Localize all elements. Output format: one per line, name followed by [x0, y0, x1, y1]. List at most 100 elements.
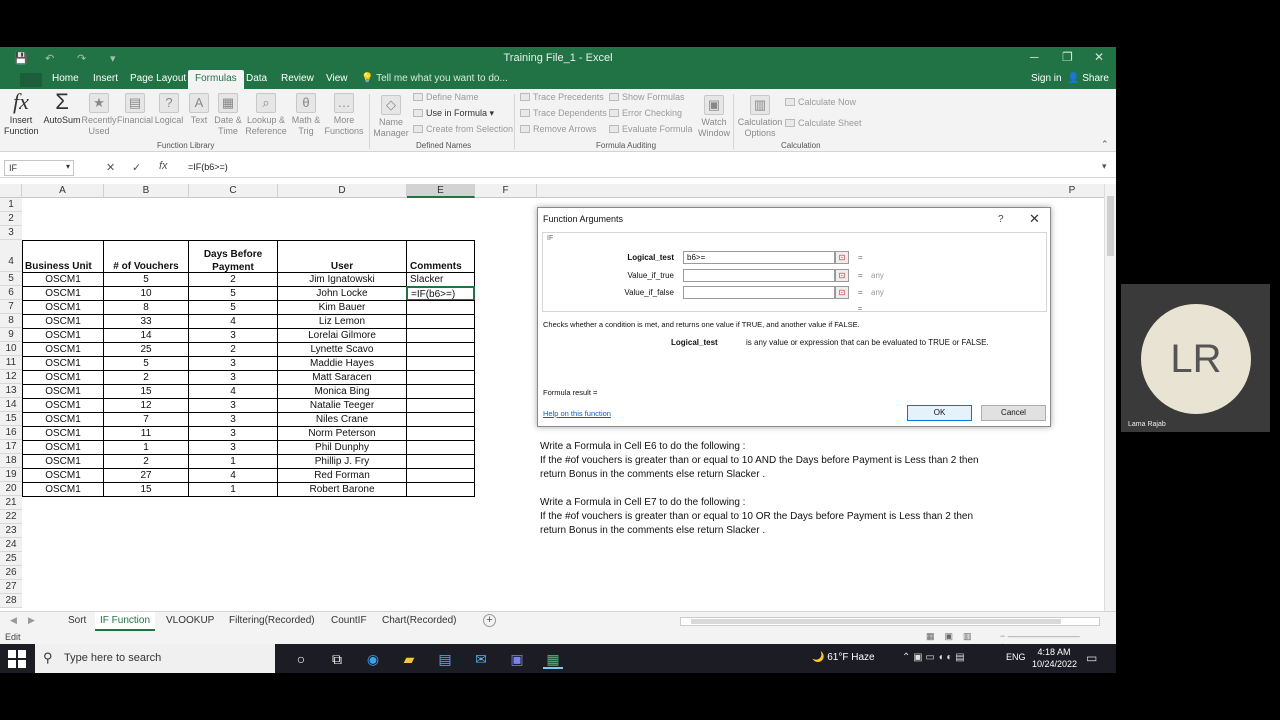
excel-taskbar-icon[interactable]: ▦: [543, 649, 563, 669]
name-box[interactable]: IF ▾: [4, 160, 74, 176]
row-header[interactable]: 10: [0, 342, 22, 356]
weather-widget[interactable]: 🌙 61°F Haze: [812, 652, 875, 663]
table-cell[interactable]: [406, 356, 475, 371]
table-cell[interactable]: 3: [188, 356, 278, 371]
table-cell[interactable]: Phil Dunphy: [277, 440, 407, 455]
table-cell[interactable]: 5: [188, 286, 278, 301]
math-trig-button[interactable]: θ Math & Trig: [288, 93, 324, 137]
table-cell[interactable]: OSCM1: [22, 286, 104, 301]
row-header[interactable]: 12: [0, 370, 22, 384]
table-cell[interactable]: 14: [103, 328, 189, 343]
store-icon[interactable]: ▤: [435, 649, 455, 669]
error-checking-button[interactable]: Error Checking: [609, 108, 682, 118]
row-header[interactable]: 20: [0, 482, 22, 496]
row-header[interactable]: 13: [0, 384, 22, 398]
sheet-tab-chart[interactable]: Chart(Recorded): [382, 615, 456, 626]
calculate-sheet-button[interactable]: Calculate Sheet: [785, 118, 862, 128]
calculation-options-button[interactable]: ▥ Calculation Options: [736, 95, 784, 139]
table-cell[interactable]: OSCM1: [22, 384, 104, 399]
dialog-close-button[interactable]: ✕: [1029, 211, 1040, 227]
value-if-true-input[interactable]: [683, 269, 835, 282]
table-cell[interactable]: 2: [188, 272, 278, 287]
table-cell[interactable]: [406, 342, 475, 357]
table-cell[interactable]: Jim Ignatowski: [277, 272, 407, 287]
mail-icon[interactable]: ✉: [471, 649, 491, 669]
trace-precedents-button[interactable]: Trace Precedents: [520, 92, 604, 102]
column-header-c[interactable]: C: [189, 184, 278, 198]
row-header[interactable]: 24: [0, 538, 22, 552]
tab-insert[interactable]: Insert: [93, 73, 118, 84]
table-cell[interactable]: John Locke: [277, 286, 407, 301]
create-from-selection-button[interactable]: Create from Selection: [413, 124, 513, 134]
active-cell-e6[interactable]: =IF(b6>=): [406, 286, 475, 301]
table-cell[interactable]: 12: [103, 398, 189, 413]
row-header[interactable]: 27: [0, 580, 22, 594]
row-header[interactable]: 15: [0, 412, 22, 426]
table-cell[interactable]: [406, 384, 475, 399]
table-cell[interactable]: 15: [103, 384, 189, 399]
table-cell[interactable]: 8: [103, 300, 189, 315]
tab-page-layout[interactable]: Page Layout: [130, 73, 186, 84]
tab-formulas[interactable]: Formulas: [188, 70, 244, 89]
row-header[interactable]: 22: [0, 510, 22, 524]
column-header-f[interactable]: F: [475, 184, 537, 198]
name-manager-button[interactable]: ◇ Name Manager: [372, 95, 410, 139]
table-cell[interactable]: 15: [103, 482, 189, 497]
tab-home[interactable]: Home: [52, 73, 79, 84]
ok-button[interactable]: OK: [907, 405, 972, 421]
sheet-tab-sort[interactable]: Sort: [68, 615, 86, 626]
row-header[interactable]: 26: [0, 566, 22, 580]
task-view-icon[interactable]: ⧉: [327, 649, 347, 669]
vertical-scroll-thumb[interactable]: [1107, 196, 1114, 256]
calculate-now-button[interactable]: Calculate Now: [785, 97, 856, 107]
windows-start-button[interactable]: [8, 650, 26, 668]
cancel-entry-icon[interactable]: ✕: [106, 161, 115, 174]
file-explorer-icon[interactable]: ▰: [399, 649, 419, 669]
maximize-button[interactable]: ❐: [1062, 50, 1073, 64]
table-cell[interactable]: 4: [188, 314, 278, 329]
table-cell[interactable]: Lorelai Gilmore: [277, 328, 407, 343]
sheet-nav-next-icon[interactable]: ▶: [28, 615, 35, 626]
table-cell[interactable]: OSCM1: [22, 468, 104, 483]
formula-input[interactable]: =IF(b6>=): [188, 162, 228, 172]
table-cell[interactable]: 3: [188, 398, 278, 413]
table-cell[interactable]: Niles Crane: [277, 412, 407, 427]
evaluate-formula-button[interactable]: Evaluate Formula: [609, 124, 693, 134]
row-header[interactable]: 11: [0, 356, 22, 370]
table-cell[interactable]: [406, 454, 475, 469]
table-cell[interactable]: 3: [188, 370, 278, 385]
table-cell[interactable]: 3: [188, 412, 278, 427]
row-header[interactable]: 3: [0, 226, 22, 240]
table-cell[interactable]: 3: [188, 426, 278, 441]
taskbar-clock[interactable]: 4:18 AM 10/24/2022: [1032, 646, 1077, 670]
expand-formula-bar-icon[interactable]: ▾: [1102, 161, 1107, 172]
table-cell[interactable]: OSCM1: [22, 272, 104, 287]
collapse-ribbon-icon[interactable]: ⌃: [1101, 139, 1109, 150]
recently-used-button[interactable]: ★ Recently Used: [81, 93, 117, 137]
table-cell[interactable]: [406, 440, 475, 455]
table-cell[interactable]: 2: [103, 454, 189, 469]
column-header-d[interactable]: D: [278, 184, 407, 198]
lookup-reference-button[interactable]: ⌕ Lookup & Reference: [244, 93, 288, 137]
table-cell[interactable]: 11: [103, 426, 189, 441]
trace-dependents-button[interactable]: Trace Dependents: [520, 108, 607, 118]
table-cell[interactable]: OSCM1: [22, 300, 104, 315]
row-header[interactable]: 16: [0, 426, 22, 440]
view-buttons[interactable]: ▦ ▣ ▥: [926, 631, 972, 642]
system-tray-icons[interactable]: ⌃ ▣ ▭ ◖ ◐ ▤: [902, 652, 965, 663]
table-cell[interactable]: 1: [188, 482, 278, 497]
table-cell[interactable]: Robert Barone: [277, 482, 407, 497]
column-header-a[interactable]: A: [22, 184, 104, 198]
collapse-dialog-icon[interactable]: ⊡: [835, 269, 849, 282]
table-cell[interactable]: 10: [103, 286, 189, 301]
row-header[interactable]: 8: [0, 314, 22, 328]
table-cell[interactable]: Norm Peterson: [277, 426, 407, 441]
table-cell[interactable]: OSCM1: [22, 398, 104, 413]
insert-function-icon[interactable]: fx: [159, 160, 168, 172]
table-cell[interactable]: 1: [103, 440, 189, 455]
table-cell[interactable]: 7: [103, 412, 189, 427]
table-cell[interactable]: OSCM1: [22, 328, 104, 343]
row-header[interactable]: 7: [0, 300, 22, 314]
table-cell[interactable]: [406, 426, 475, 441]
sheet-tab-countif[interactable]: CountIF: [331, 615, 367, 626]
